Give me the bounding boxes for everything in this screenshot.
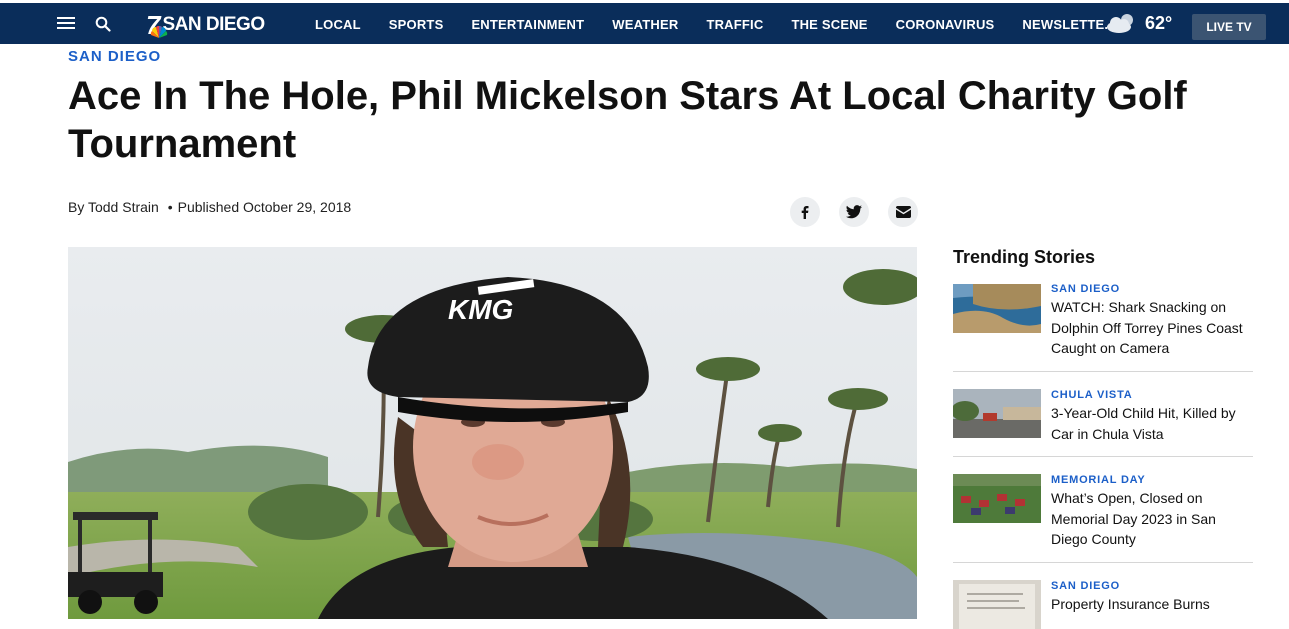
story-thumbnail[interactable]: [953, 474, 1041, 523]
publish-date: Published October 29, 2018: [177, 199, 352, 215]
nav-entertainment[interactable]: ENTERTAINMENT: [471, 17, 584, 32]
story-category[interactable]: SAN DIEGO: [1051, 580, 1120, 592]
trending-story[interactable]: CHULA VISTA 3-Year-Old Child Hit, Killed…: [953, 388, 1253, 448]
partly-cloudy-icon: [1107, 14, 1133, 33]
story-title[interactable]: What’s Open, Closed on Memorial Day 2023…: [1051, 488, 1251, 550]
trending-story[interactable]: SAN DIEGO WATCH: Shark Snacking on Dolph…: [953, 282, 1253, 362]
street-thumbnail: [953, 389, 1041, 438]
story-thumbnail[interactable]: [953, 580, 1041, 629]
story-divider: [953, 371, 1253, 372]
share-facebook-button[interactable]: [790, 197, 820, 227]
weather-widget[interactable]: 62°: [1105, 12, 1172, 34]
temperature: 62°: [1145, 12, 1173, 33]
story-thumbnail[interactable]: [953, 389, 1041, 438]
peacock-icon: [150, 26, 168, 38]
nav-coronavirus[interactable]: CORONAVIRUS: [896, 17, 995, 32]
document-thumbnail: [953, 580, 1041, 629]
story-thumbnail[interactable]: [953, 284, 1041, 333]
trending-story[interactable]: SAN DIEGO Property Insurance Burns: [953, 579, 1253, 629]
byline-prefix: By: [68, 199, 85, 215]
coastline-thumbnail: [953, 284, 1041, 333]
article-hero-image[interactable]: KMG: [68, 247, 917, 619]
nav-the-scene[interactable]: THE SCENE: [791, 17, 867, 32]
byline-separator: •: [167, 199, 173, 215]
nav-newsletters[interactable]: NEWSLETTE...: [1022, 17, 1115, 32]
story-divider: [953, 562, 1253, 563]
article-section-label[interactable]: SAN DIEGO: [68, 48, 161, 65]
share-twitter-button[interactable]: [839, 197, 869, 227]
trending-story[interactable]: MEMORIAL DAY What’s Open, Closed on Memo…: [953, 473, 1253, 553]
nav-traffic[interactable]: TRAFFIC: [706, 17, 763, 32]
story-title[interactable]: 3-Year-Old Child Hit, Killed by Car in C…: [1051, 403, 1251, 444]
article-headline: Ace In The Hole, Phil Mickelson Stars At…: [68, 74, 1187, 166]
story-title[interactable]: WATCH: Shark Snacking on Dolphin Off Tor…: [1051, 297, 1251, 359]
share-email-button[interactable]: [888, 197, 918, 227]
logo-text: SAN DIEGO: [162, 14, 265, 35]
top-navigation-bar: 7 SAN DIEGO LOCAL SPORTS ENTERTAINMENT W…: [0, 0, 1289, 44]
facebook-icon: [801, 206, 809, 219]
cap-logo-text: KMG: [448, 294, 513, 325]
byline: By Todd Strain • Published October 29, 20…: [68, 199, 351, 215]
menu-icon[interactable]: [57, 17, 75, 30]
trending-stories-heading: Trending Stories: [953, 247, 1096, 267]
story-category[interactable]: MEMORIAL DAY: [1051, 474, 1146, 486]
nav-local[interactable]: LOCAL: [315, 17, 361, 32]
mickelson-golf-course-illustration: KMG: [68, 247, 917, 619]
section-nav: LOCAL SPORTS ENTERTAINMENT WEATHER TRAFF…: [315, 17, 1144, 32]
story-divider: [953, 456, 1253, 457]
search-icon[interactable]: [95, 16, 111, 32]
email-icon: [895, 206, 911, 218]
nav-weather[interactable]: WEATHER: [612, 17, 678, 32]
story-title[interactable]: Property Insurance Burns: [1051, 594, 1251, 615]
author-name[interactable]: Todd Strain: [88, 199, 159, 215]
live-tv-button[interactable]: LIVE TV: [1192, 14, 1266, 40]
twitter-icon: [846, 205, 862, 219]
nav-sports[interactable]: SPORTS: [389, 17, 444, 32]
story-category[interactable]: SAN DIEGO: [1051, 283, 1120, 295]
story-category[interactable]: CHULA VISTA: [1051, 389, 1133, 401]
flags-thumbnail: [953, 474, 1041, 523]
